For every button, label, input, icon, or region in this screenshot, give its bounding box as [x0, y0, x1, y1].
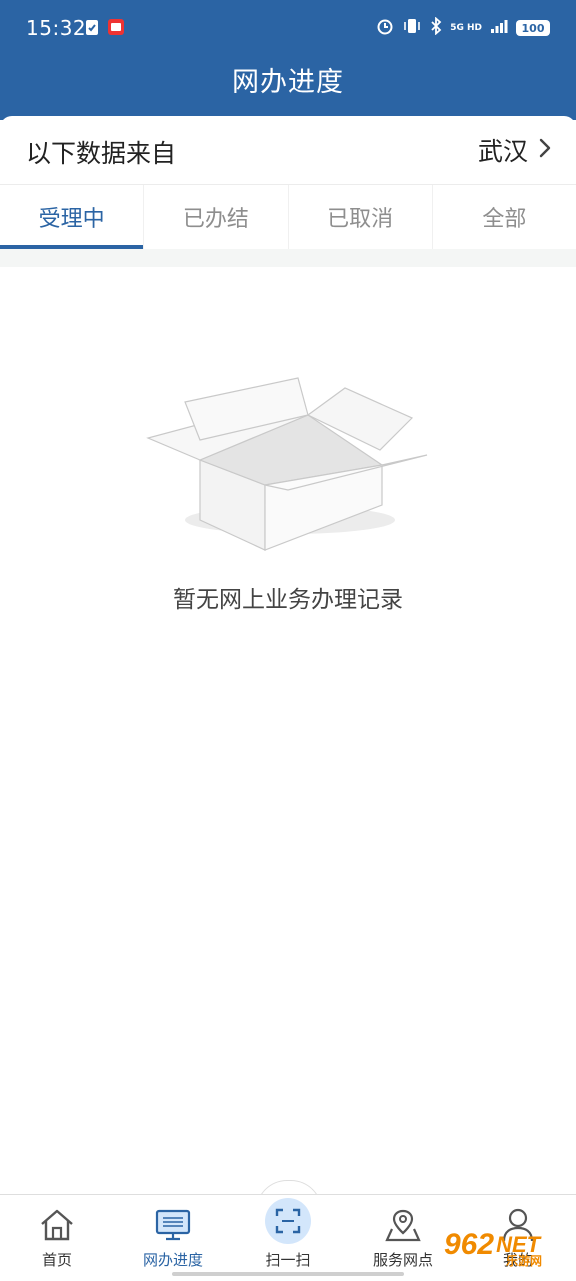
data-source-row: 以下数据来自 武汉: [0, 116, 576, 185]
city-name: 武汉: [477, 137, 528, 166]
scan-icon: [265, 1198, 311, 1244]
empty-state-message: 暂无网上业务办理记录: [173, 587, 403, 613]
tab-cancelled[interactable]: 已取消: [289, 185, 433, 249]
status-left-icons: [85, 18, 125, 40]
signal-icon: [490, 18, 508, 38]
network-type: 5G HD: [450, 22, 482, 33]
check-clipboard-icon: [85, 18, 99, 40]
data-source-label: 以下数据来自: [26, 139, 177, 168]
nav-scan[interactable]: 扫一扫: [238, 1198, 338, 1270]
bluetooth-icon: [430, 16, 442, 39]
vibrate-icon: [402, 17, 422, 39]
home-icon: [7, 1205, 107, 1245]
nav-label-progress: 网办进度: [142, 1251, 203, 1269]
status-tabs: 受理中 已办结 已取消 全部: [0, 185, 576, 249]
home-indicator[interactable]: [172, 1272, 404, 1276]
app-header: 15:32 5G HD 100 网办进度: [0, 0, 576, 120]
status-right-icons: 5G HD 100: [376, 16, 550, 39]
status-bar: 15:32 5G HD 100: [0, 0, 576, 56]
tab-completed[interactable]: 已办结: [144, 185, 289, 249]
nav-progress[interactable]: 网办进度: [123, 1205, 223, 1270]
watermark-number: 962: [444, 1228, 495, 1261]
nav-home[interactable]: 首页: [7, 1205, 107, 1270]
battery-icon: 100: [516, 20, 550, 36]
nav-label-service-points: 服务网点: [372, 1251, 433, 1269]
nav-label-scan: 扫一扫: [265, 1251, 311, 1269]
tab-all[interactable]: 全部: [433, 185, 576, 249]
watermark-logo: 962 NET 乐游网: [444, 1228, 542, 1268]
alarm-icon: [376, 17, 394, 39]
scan-icon-wrap: [238, 1198, 338, 1245]
empty-box-icon: [140, 370, 440, 564]
watermark-sub: 乐游网: [506, 1254, 543, 1268]
map-pin-icon: [353, 1205, 453, 1245]
section-divider: [0, 249, 576, 267]
nav-label-home: 首页: [41, 1251, 72, 1269]
tab-in-progress[interactable]: 受理中: [0, 185, 145, 249]
city-selector[interactable]: 武汉: [478, 132, 552, 168]
app-notification-icon: [107, 18, 125, 40]
status-time: 15:32: [26, 16, 87, 40]
nav-service-points[interactable]: 服务网点: [353, 1205, 453, 1270]
monitor-icon: [123, 1205, 223, 1245]
chevron-right-icon: [538, 137, 552, 163]
page-title: 网办进度: [232, 67, 344, 98]
